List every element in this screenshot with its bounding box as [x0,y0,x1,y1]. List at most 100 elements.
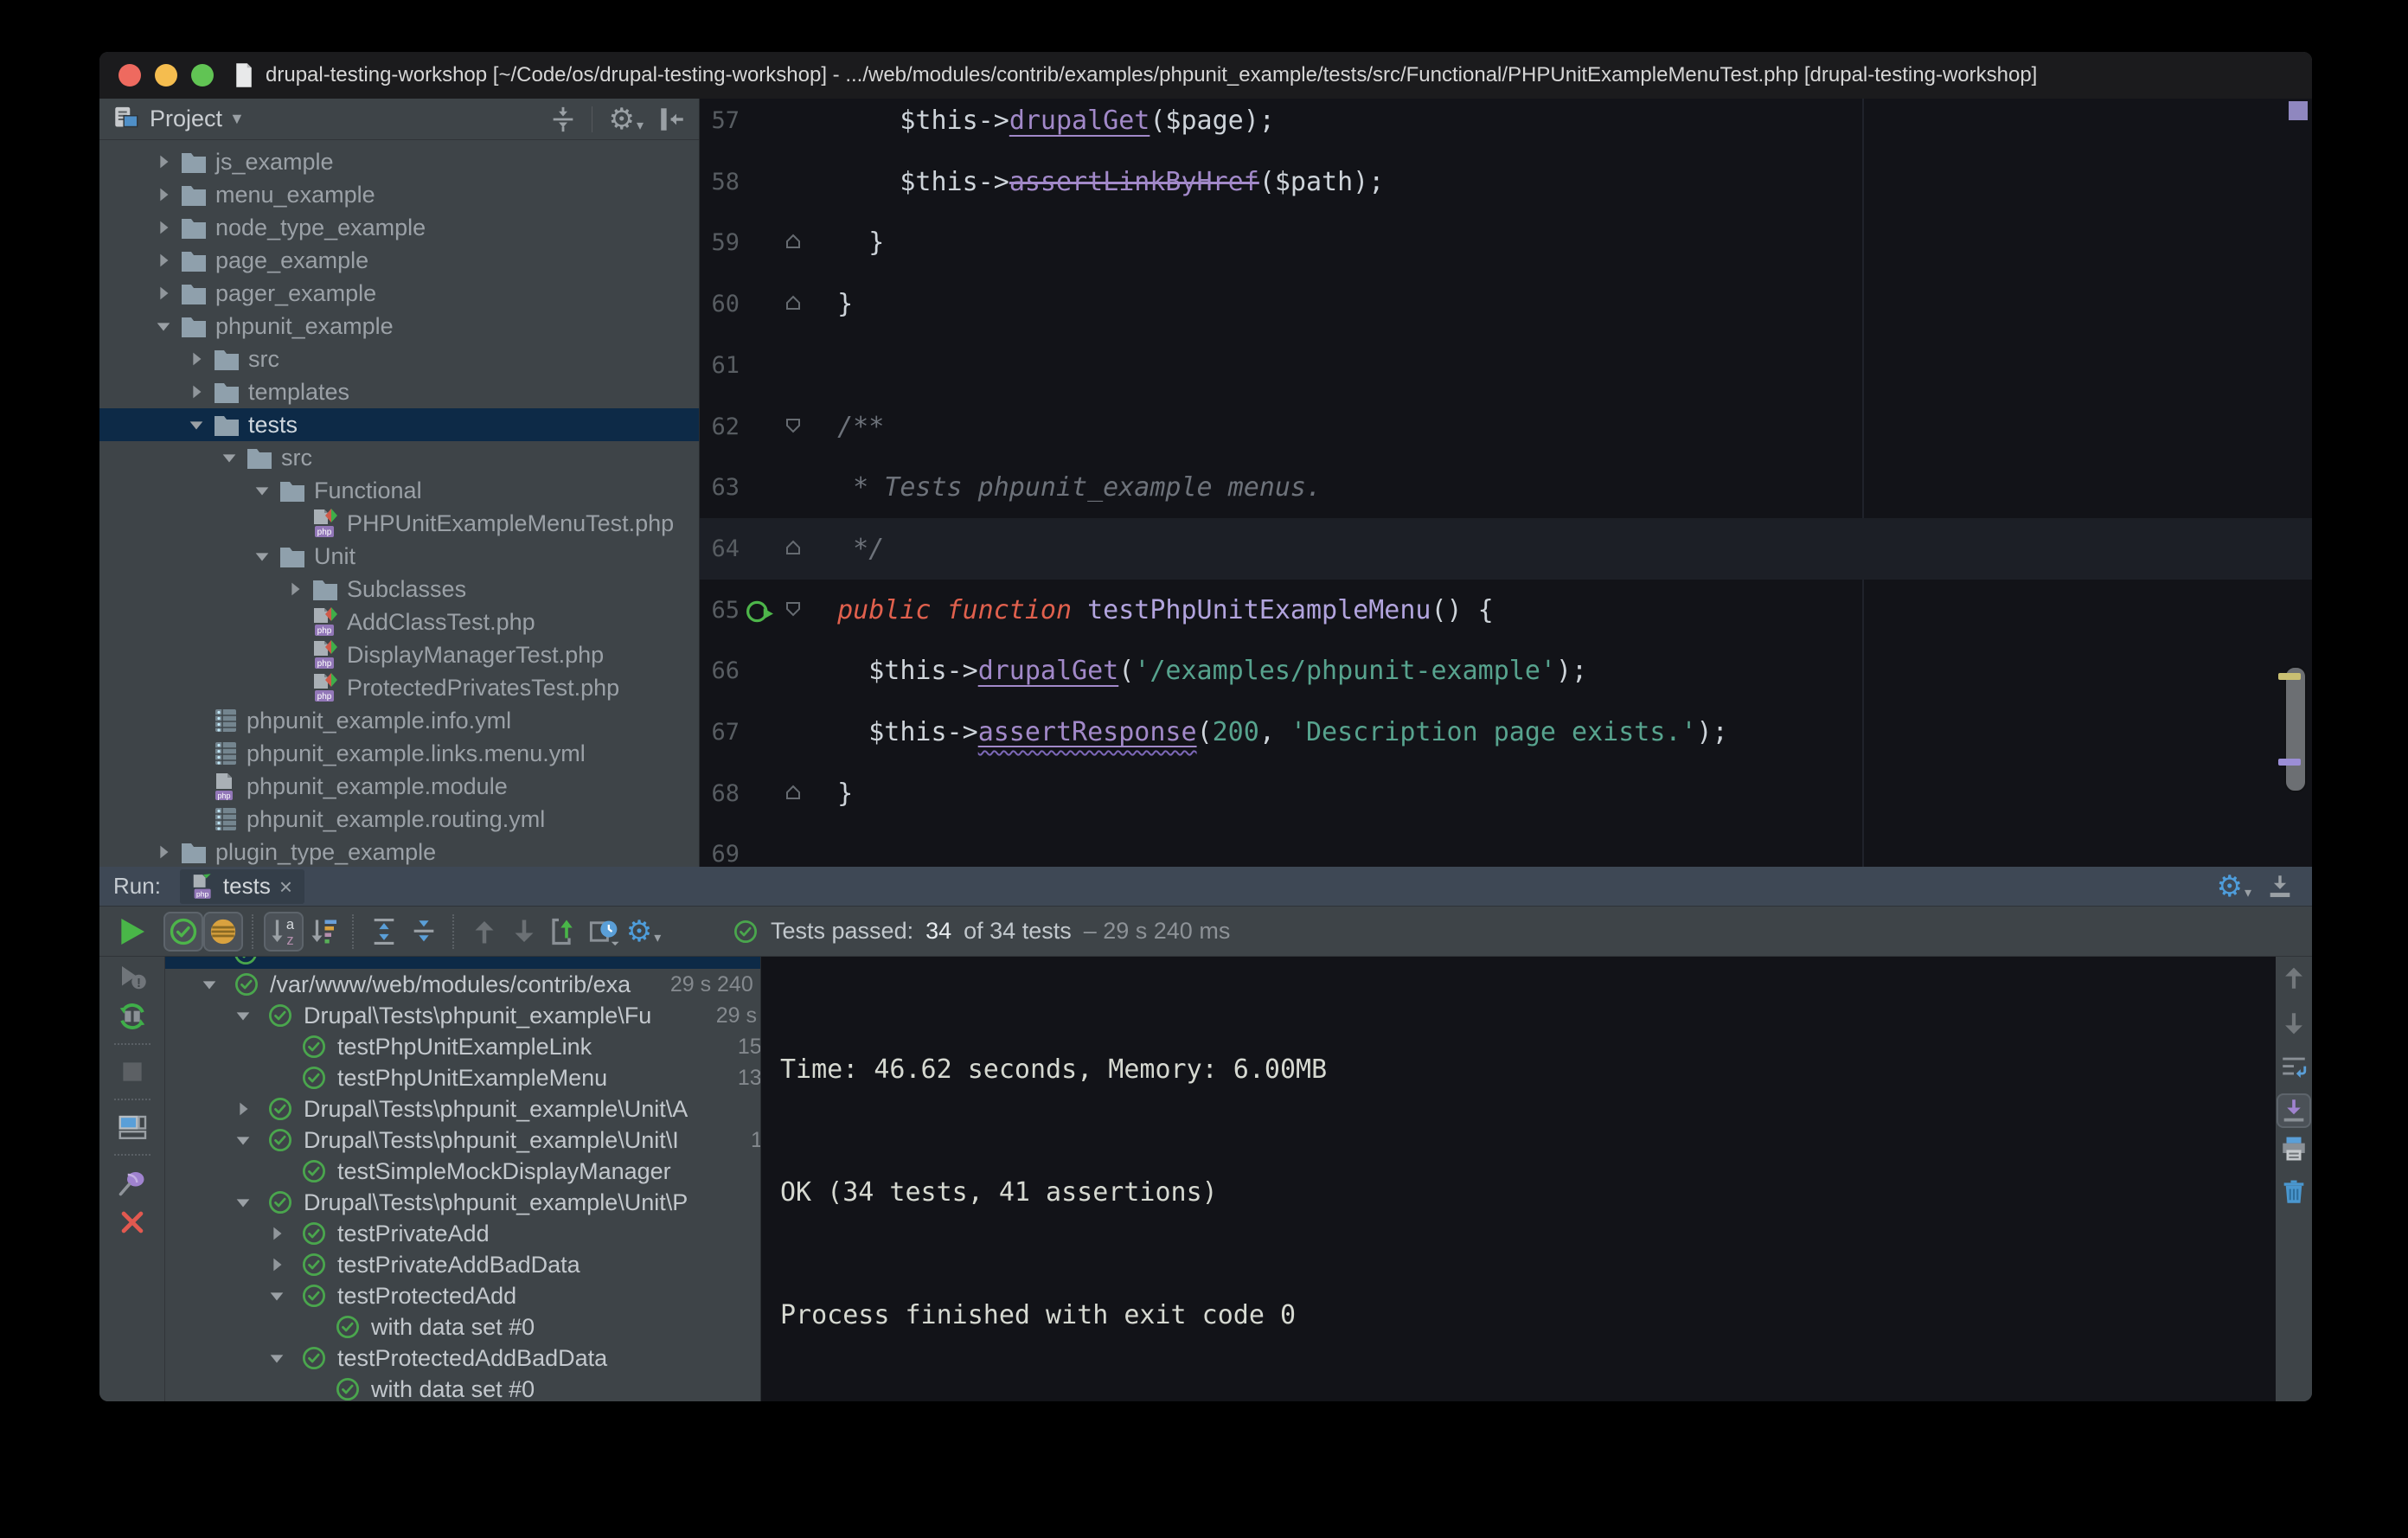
expand-arrow-icon[interactable] [154,284,181,303]
minimize-window-button[interactable] [155,64,177,87]
scroll-down-button[interactable] [2277,1007,2311,1041]
show-ignored-icon[interactable] [203,911,243,952]
stop-button[interactable] [112,1052,152,1092]
restore-layout-button[interactable] [112,1107,152,1147]
soft-wrap-button[interactable] [2277,1050,2311,1085]
collapse-arrow-icon[interactable] [253,547,279,566]
chevron-down-icon[interactable]: ▼ [229,110,245,128]
fold-end-icon[interactable] [783,231,804,252]
test-tree-item[interactable]: Drupal\Tests\phpunit_example\Unit\A40 ms [165,1093,760,1125]
test-tree-item[interactable]: testPrivateAddBadData0 ms [165,1249,760,1280]
console-output[interactable]: Time: 46.62 seconds, Memory: 6.00MB OK (3… [760,957,2276,1401]
test-tree-item[interactable]: /var/www/web/modules/contrib/exa 29 s 240… [165,969,760,1000]
zoom-window-button[interactable] [191,64,214,87]
show-passed-icon[interactable] [163,911,203,952]
project-tree-item[interactable]: tests [99,408,699,441]
expand-arrow-icon[interactable] [285,580,312,599]
import-test-results-icon[interactable] [544,912,584,952]
hide-panel-down-icon[interactable] [2265,872,2295,901]
hide-panel-icon[interactable] [657,105,687,134]
toggle-auto-test-button[interactable] [112,996,152,1036]
fold-start-icon[interactable] [783,415,804,436]
project-tree-item[interactable]: php AddClassTest.php [99,606,699,638]
rerun-failed-tests-button[interactable]: ! [112,957,152,996]
project-tree-item[interactable]: page_example [99,244,699,277]
project-tree-item[interactable]: js_example [99,145,699,178]
collapse-arrows-icon[interactable] [548,105,578,134]
test-tree-item[interactable]: Drupal\Tests\phpunit_example\Unit\P20 ms [165,1187,760,1218]
expand-arrow-icon[interactable] [154,251,181,270]
expand-arrow-icon[interactable] [187,382,214,401]
test-tree-item[interactable]: testProtectedAdd10 ms [165,1280,760,1311]
collapse-arrow-icon[interactable] [253,481,279,500]
project-tree-item[interactable]: php PHPUnitExampleMenuTest.php [99,507,699,540]
run-test-icon[interactable] [745,599,776,625]
expand-arrow-icon[interactable] [154,185,181,204]
test-tree-item[interactable]: testPrivateAdd10 ms [165,1218,760,1249]
scroll-to-end-button[interactable] [2277,1093,2311,1128]
project-tree-item[interactable]: src [99,343,699,375]
pin-tab-button[interactable] [112,1163,152,1202]
expand-arrow-icon[interactable] [154,843,181,862]
project-tree-item[interactable]: pager_example [99,277,699,310]
test-tree-item-selected-partial[interactable] [165,957,760,969]
expand-arrow-icon[interactable] [267,1224,301,1243]
next-failed-test-icon[interactable] [504,912,544,952]
test-tree-item[interactable]: testPhpUnitExampleMenu 13 s 490 ms [165,1062,760,1093]
collapse-arrow-icon[interactable] [234,1131,267,1150]
fold-end-icon[interactable] [783,537,804,558]
project-tree-item[interactable]: Functional [99,474,699,507]
run-tab-tests[interactable]: php tests × [179,868,305,904]
run-settings-icon[interactable]: ⚙︎ ▾ [624,912,663,952]
code-editor[interactable]: 57 $this->drupalGet($page); 58 $this->ass… [700,99,2312,867]
run-settings-icon[interactable]: ⚙︎ ▾ [2216,872,2251,901]
collapse-arrow-icon[interactable] [267,1286,301,1305]
project-tree-item[interactable]: menu_example [99,178,699,211]
print-button[interactable] [2277,1131,2311,1166]
editor-scrollbar-thumb[interactable] [2284,666,2307,792]
close-tab-icon[interactable]: × [279,875,292,898]
expand-arrow-icon[interactable] [154,218,181,237]
project-tree-item[interactable]: phpunit_example.info.yml [99,704,699,737]
project-tree-item[interactable]: node_type_example [99,211,699,244]
scroll-up-button[interactable] [2277,960,2311,995]
sort-alphabetically-icon[interactable]: az [264,911,304,952]
project-tree-item[interactable]: plugin_type_example [99,836,699,867]
expand-arrow-icon[interactable] [267,1255,301,1274]
collapse-arrow-icon[interactable] [187,415,214,434]
previous-failed-test-icon[interactable] [464,912,504,952]
project-tree-item[interactable]: php phpunit_example.module [99,770,699,803]
project-tree-item[interactable]: Unit [99,540,699,573]
collapse-arrow-icon[interactable] [154,317,181,336]
project-tree-item[interactable]: phpunit_example [99,310,699,343]
fold-end-icon[interactable] [783,782,804,803]
close-button[interactable] [112,1202,152,1242]
panel-settings-icon[interactable]: ⚙︎ ▾ [608,105,644,134]
test-tree-item[interactable]: Drupal\Tests\phpunit_example\Fu 29 s 60 m… [165,1000,760,1031]
clear-all-button[interactable] [2277,1175,2311,1209]
test-history-icon[interactable] [584,912,624,952]
expand-arrow-icon[interactable] [187,349,214,368]
test-tree-item[interactable]: with data set #00 ms [165,1374,760,1401]
project-tree-item[interactable]: phpunit_example.links.menu.yml [99,737,699,770]
expand-arrow-icon[interactable] [234,1099,267,1118]
fold-end-icon[interactable] [783,292,804,313]
test-tree-item[interactable]: Drupal\Tests\phpunit_example\Unit\I 120 m… [165,1125,760,1156]
test-tree-item[interactable]: with data set #010 ms [165,1311,760,1343]
inspection-status-indicator[interactable] [2289,101,2308,120]
rerun-tests-button[interactable] [112,912,151,952]
project-tree-item[interactable]: templates [99,375,699,408]
expand-all-icon[interactable] [364,912,404,952]
collapse-arrow-icon[interactable] [234,1193,267,1212]
test-tree-item[interactable]: testPhpUnitExampleLink 15 s 570 ms [165,1031,760,1062]
project-tree-item[interactable]: php ProtectedPrivatesTest.php [99,671,699,704]
project-tree-item[interactable]: phpunit_example.routing.yml [99,803,699,836]
test-tree-item[interactable]: testProtectedAddBadData0 ms [165,1343,760,1374]
collapse-all-icon[interactable] [404,912,444,952]
project-tree-item[interactable]: php DisplayManagerTest.php [99,638,699,671]
close-window-button[interactable] [118,64,141,87]
collapse-arrow-icon[interactable] [234,1006,267,1025]
project-panel-title[interactable]: Project [150,106,222,132]
collapse-arrow-icon[interactable] [267,1349,301,1368]
fold-start-icon[interactable] [783,599,804,619]
